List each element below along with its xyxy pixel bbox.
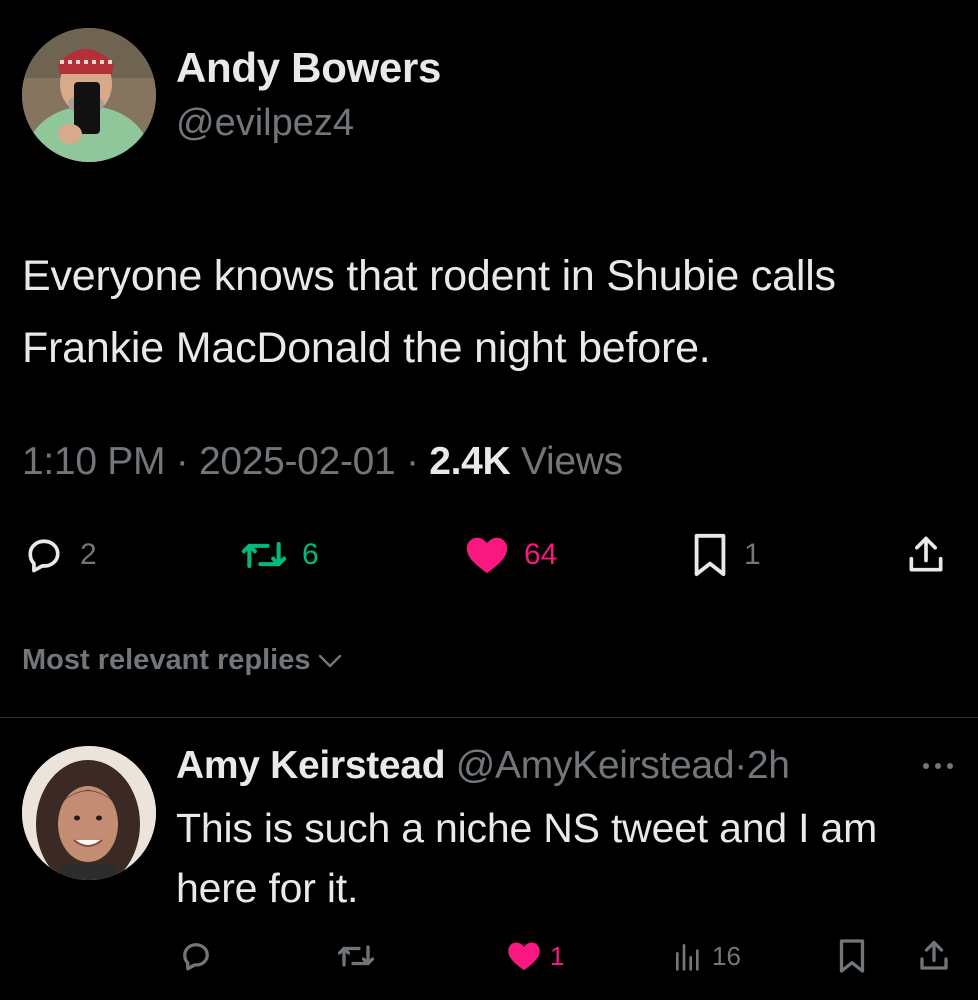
reply-retweet-button[interactable] [336, 936, 376, 976]
reply-text: This is such a niche NS tweet and I am h… [176, 805, 878, 911]
reply-time[interactable]: 2h [747, 744, 790, 787]
reply-bookmark-button[interactable] [836, 936, 868, 976]
heart-icon [466, 537, 508, 574]
reply-views-button[interactable]: 16 [672, 936, 741, 976]
reply-button[interactable]: 2 [22, 532, 97, 578]
bookmark-icon [839, 939, 865, 973]
retweet-icon [241, 541, 287, 569]
author-name[interactable]: Andy Bowers [176, 44, 441, 92]
heart-icon [508, 942, 540, 971]
reply-author-handle[interactable]: @AmyKeirstead [456, 744, 735, 787]
bookmark-count: 1 [744, 538, 761, 571]
reply-share-button[interactable] [916, 936, 952, 976]
views-count: 2.4K [429, 440, 511, 483]
tweet-text: Everyone knows that rodent in Shubie cal… [22, 252, 836, 372]
tweet-meta: 1:10 PM · 2025-02-01 · 2.4K Views [22, 440, 623, 484]
author-handle[interactable]: @evilpez4 [176, 102, 354, 145]
chevron-down-icon [318, 654, 341, 667]
share-icon [920, 940, 948, 970]
meta-separator: · [175, 440, 189, 483]
meta-separator: · [405, 440, 419, 483]
reply-reply-button[interactable] [178, 936, 214, 976]
reply-author-avatar[interactable] [22, 746, 156, 880]
reply-header: Amy Keirstead @AmyKeirstead·2h [176, 744, 790, 788]
retweet-icon [337, 945, 375, 967]
retweet-button[interactable]: 6 [240, 532, 319, 578]
reply-like-button[interactable]: 1 [506, 936, 564, 976]
views-label: Views [520, 440, 623, 483]
tweet-time[interactable]: 1:10 PM [22, 440, 165, 483]
tweet-detail-page: Andy Bowers @evilpez4 Everyone knows tha… [0, 0, 978, 1000]
reply-icon [183, 943, 209, 971]
reply-author-name[interactable]: Amy Keirstead [176, 744, 446, 787]
reply-like-count: 1 [550, 940, 565, 971]
reply-icon [28, 539, 60, 573]
replies-sort-label: Most relevant replies [22, 644, 311, 676]
tweet-date[interactable]: 2025-02-01 [199, 440, 396, 483]
like-button[interactable]: 64 [464, 532, 557, 578]
bookmark-button[interactable]: 1 [690, 532, 761, 578]
like-count: 64 [524, 538, 558, 571]
reply-count: 2 [80, 538, 97, 571]
divider [0, 717, 978, 718]
share-icon [909, 536, 943, 572]
replies-sort-dropdown[interactable]: Most relevant replies [22, 644, 343, 677]
share-button[interactable] [904, 532, 948, 578]
views-icon [676, 944, 699, 971]
bookmark-icon [694, 533, 726, 577]
retweet-count: 6 [302, 538, 319, 571]
more-icon[interactable] [918, 752, 958, 780]
reply-views-count: 16 [712, 940, 741, 971]
reply-separator: · [734, 744, 747, 787]
author-avatar[interactable] [22, 28, 156, 162]
